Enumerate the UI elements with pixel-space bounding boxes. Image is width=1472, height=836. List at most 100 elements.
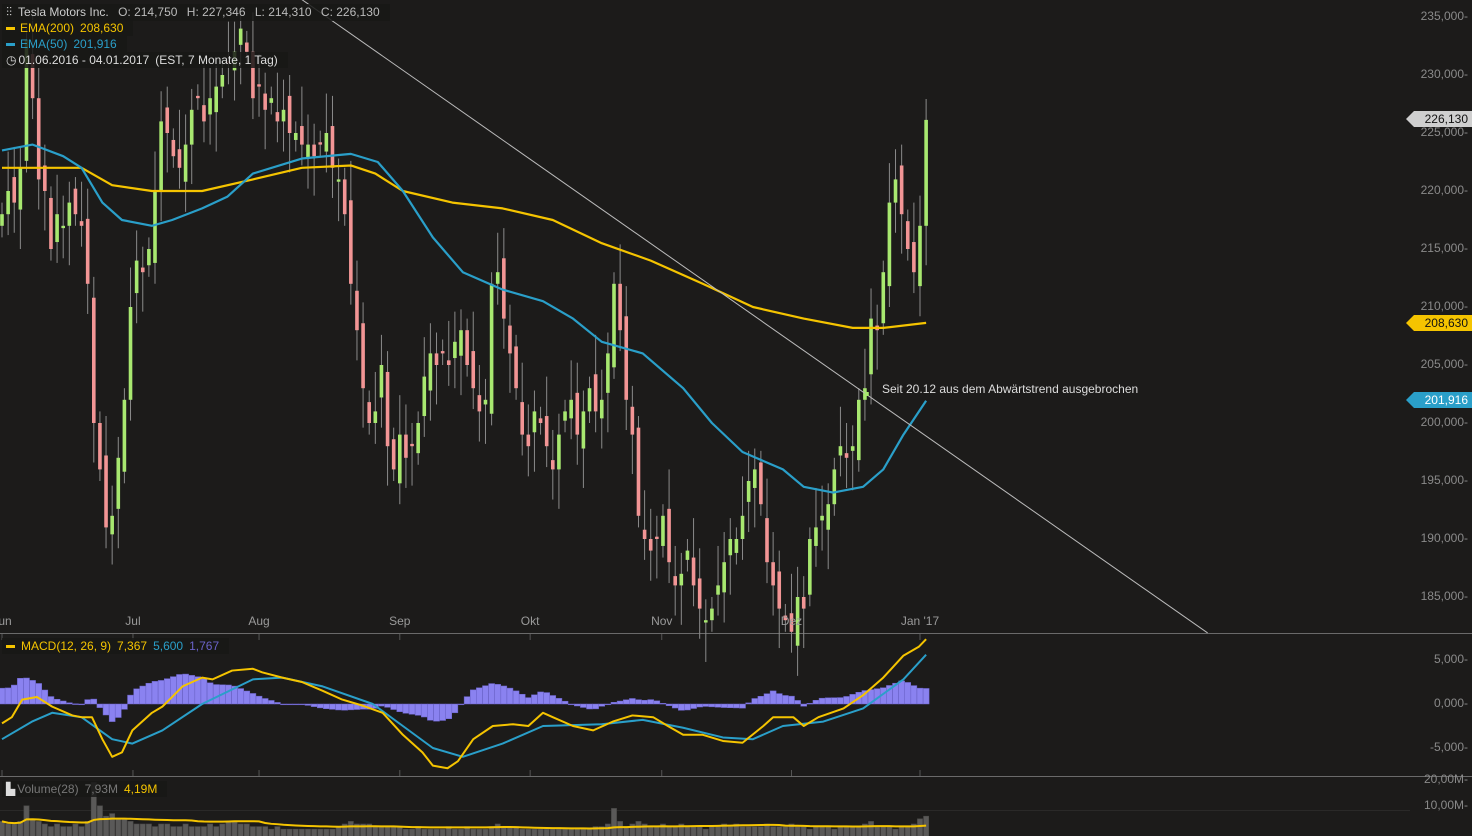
candle-up [569,399,573,419]
candle-down [367,402,371,423]
macd-histogram-bar [439,703,446,721]
settings-icon[interactable]: ⫶⫶ [6,5,12,19]
stock-chart[interactable] [0,0,1472,836]
last-price-tag: 226,130 [1406,111,1472,127]
ema50-legend[interactable]: EMA(50) 201,916 [2,36,127,52]
candle-down [73,188,78,215]
candle-up [532,411,537,433]
month-label: Jul [125,614,141,628]
volume-bar [825,826,832,836]
volume-bar [739,826,746,836]
macd-histogram-bar [555,698,563,705]
candle-down [905,221,910,249]
macd-label: MACD(12, 26, 9) [21,639,112,653]
candle-up [881,272,886,324]
macd-tick-label: -5,000- [1429,740,1468,754]
macd-histogram-bar [592,703,599,710]
macd-histogram-bar [261,698,269,705]
macd-histogram-bar [29,680,36,705]
candle-down [404,434,408,458]
volume-bar [54,823,60,836]
candle-up [6,191,10,215]
price-tick-label: 215,000- [1420,241,1468,255]
candle-up [722,562,726,593]
volume-bar [751,826,758,836]
candle-down [49,197,53,249]
ema50-swatch-icon [6,43,15,47]
volume-bar [109,813,116,836]
volume-bar [48,826,54,836]
candle-up [183,144,188,182]
macd-histogram-bar [59,700,67,705]
macd-histogram-bar [806,703,814,705]
macd-legend[interactable]: MACD(12, 26, 9) 7,367 5,600 1,767 [2,638,230,654]
volume-bar [390,826,397,836]
month-label: Sep [389,614,411,628]
candle-down [104,455,108,528]
ema200-legend[interactable]: EMA(200) 208,630 [2,20,134,36]
volume-bar [378,826,385,836]
volume-bar [182,823,189,836]
month-label: Dez [780,614,803,628]
macd-histogram-bar [268,700,275,705]
volume-bar [696,826,703,836]
candle-down [165,107,170,133]
macd-histogram-bar [543,692,550,705]
volume-bar [500,826,507,836]
volume-bar [231,821,238,836]
macd-histogram-bar [200,678,208,705]
ema200-swatch-icon [6,27,15,31]
macd-histogram-bar [402,703,410,714]
macd-histogram-bar [66,702,73,705]
candle-down [655,536,659,539]
candle-down [899,165,904,215]
volume-bar [715,826,721,836]
volume-bar [886,826,893,836]
volume-bar [868,821,874,836]
volume-bar [794,826,801,836]
macd-histogram-bar [739,703,746,709]
macd-histogram-bar [794,700,801,705]
macd-histogram-bar [610,702,618,705]
symbol-title: Tesla Motors Inc. [18,5,109,19]
volume-bar [831,828,838,836]
volume-bar [433,828,440,836]
month-label: Jun [0,614,12,628]
macd-histogram-bar [108,703,116,722]
candle-up [924,119,928,226]
volume-bar [164,823,171,836]
candle-down [385,371,390,447]
macd-histogram-bar [96,703,104,708]
candle-up [563,411,567,421]
volume-bar [29,818,36,836]
macd-histogram-bar [72,703,79,705]
volume-value: 7,93M [84,782,118,796]
candle-down [759,462,763,505]
macd-histogram-bar [769,690,777,705]
macd-histogram-bar [904,682,912,705]
volume-bar [702,828,709,836]
volume-bar [837,826,844,836]
macd-histogram-bar [763,693,771,705]
volume-bar [427,828,434,836]
macd-histogram-bar [757,696,765,705]
macd-histogram-bar [212,684,220,705]
volume-bar [188,826,195,836]
volume-bar [537,828,544,836]
volume-avg-value: 4,19M [123,782,158,796]
volume-bar [470,828,477,836]
macd-histogram-bar [182,673,189,705]
ema50-price-tag: 201,916 [1406,392,1472,408]
volume-legend[interactable]: ▙ Volume(28) 7,93M 4,19M [2,781,168,797]
candle-down [446,360,451,365]
candle-up [238,28,243,45]
macd-histogram-bar [341,703,348,711]
macd-histogram-bar [665,703,673,706]
volume-bar [152,826,158,836]
candle-down [318,142,323,145]
volume-bar [335,826,342,836]
macd-histogram-bar [561,700,569,705]
volume-bar [268,828,275,836]
volume-bar [292,828,299,836]
candle-up [679,573,684,586]
